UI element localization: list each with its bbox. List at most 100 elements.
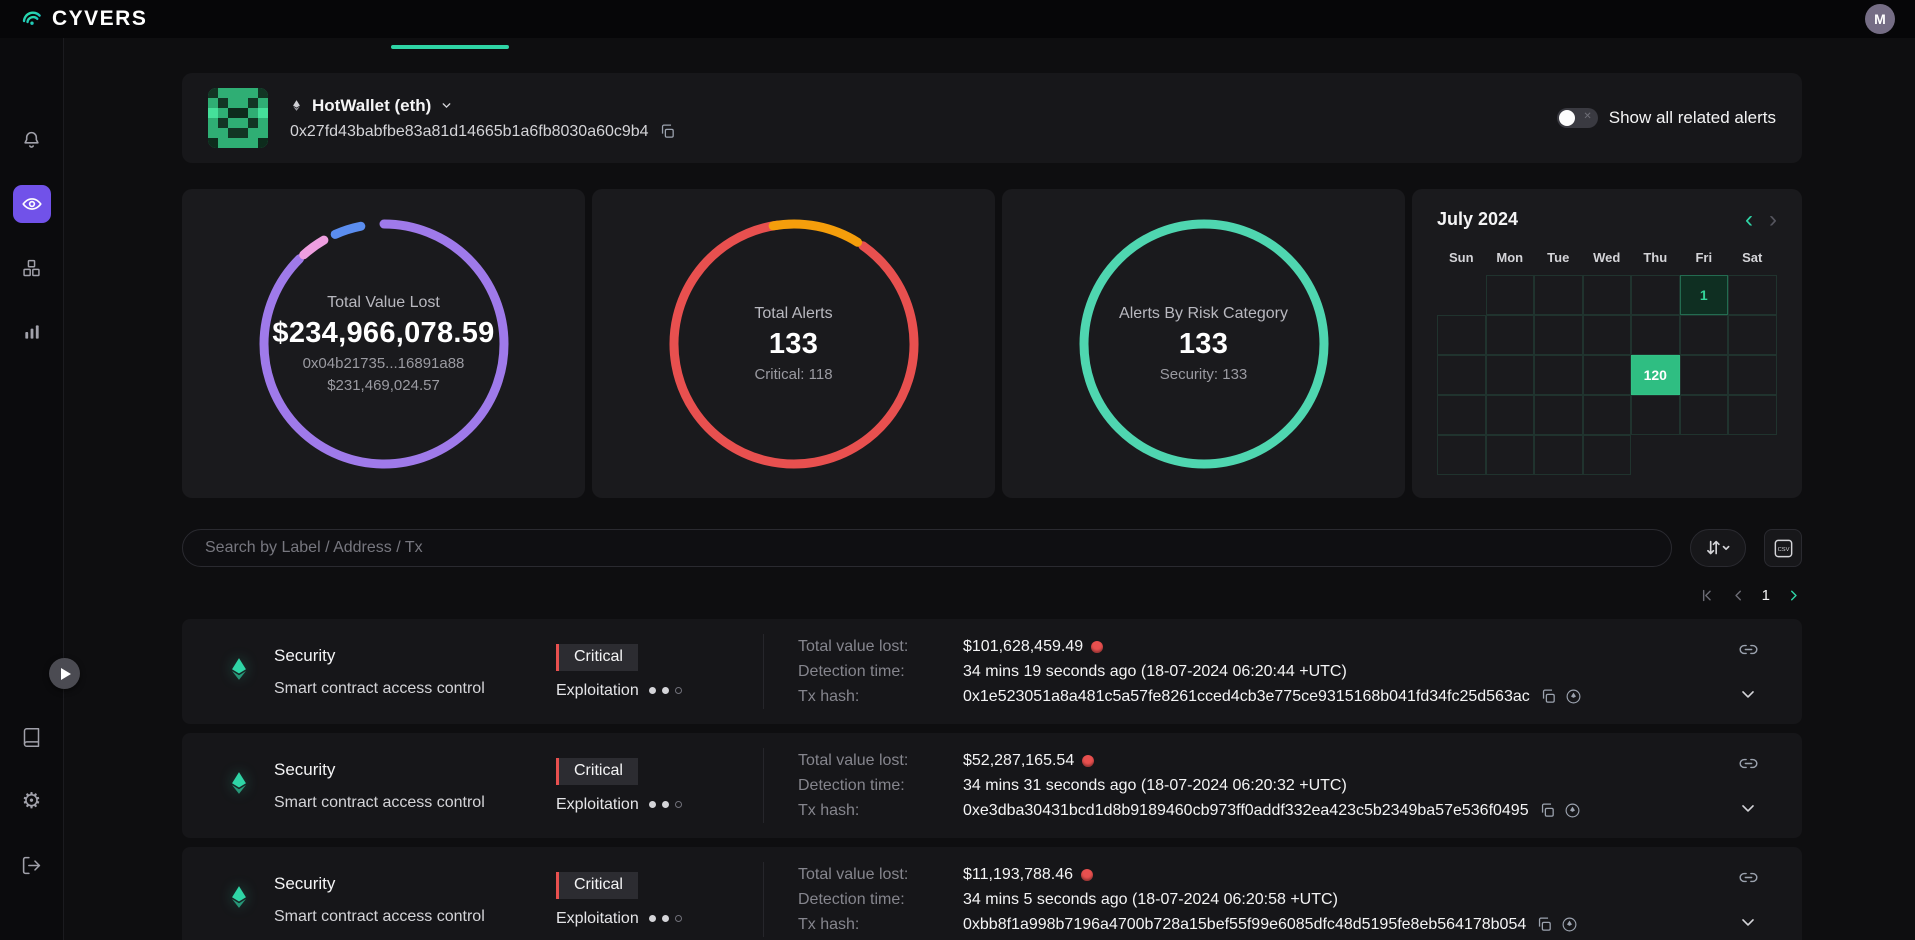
total-value-lost: $52,287,165.54 [963,752,1074,770]
copy-address-button[interactable] [659,123,676,140]
wallet-selector[interactable]: HotWallet (eth) [290,96,676,116]
calendar-cell[interactable] [1437,395,1486,435]
alert-subcategory: Smart contract access control [274,908,556,926]
sidebar: ⚙ [0,38,64,940]
sidebar-item-logout[interactable] [13,846,51,884]
alert-expand-chevron-icon[interactable] [1738,684,1758,704]
explorer-link-button[interactable] [1565,688,1582,705]
day-header: Sun [1437,250,1486,265]
alert-row[interactable]: Security Smart contract access control C… [182,619,1802,724]
calendar-cell[interactable] [1486,395,1535,435]
alert-expand-chevron-icon[interactable] [1738,798,1758,818]
alert-link-icon[interactable] [1739,754,1758,773]
sidebar-item-docs[interactable] [13,718,51,756]
calendar-cell[interactable]: 1 [1680,275,1729,315]
loss-indicator-icon [1081,869,1093,881]
prev-page-button[interactable] [1730,587,1747,604]
explorer-link-button[interactable] [1561,916,1578,933]
detection-time: 34 mins 19 seconds ago (18-07-2024 06:20… [963,663,1347,681]
calendar-cell[interactable] [1728,355,1777,395]
calendar-cell[interactable] [1534,315,1583,355]
calendar-cell[interactable] [1728,315,1777,355]
export-csv-button[interactable]: CSV [1764,529,1802,567]
sidebar-item-assets[interactable] [13,249,51,287]
alert-row[interactable]: Security Smart contract access control C… [182,733,1802,838]
copy-tx-hash-button[interactable] [1540,688,1557,705]
alert-subcategory: Smart contract access control [274,680,556,698]
calendar-next-icon[interactable]: › [1769,211,1777,229]
calendar-cell[interactable] [1437,435,1486,475]
total-value-lost: $101,628,459.49 [963,638,1083,656]
stats-row: Total Value Lost $234,966,078.59 0x04b21… [182,189,1802,498]
stat-card-risk-category: Alerts By Risk Category 133 Security: 13… [1002,189,1405,498]
label-tx-hash: Tx hash: [798,916,963,934]
wallet-address: 0x27fd43babfbe83a81d14665b1a6fb8030a60c9… [290,123,649,141]
stat-card-total-value-lost: Total Value Lost $234,966,078.59 0x04b21… [182,189,585,498]
cyvers-logo-icon [20,7,44,31]
calendar-cell[interactable] [1728,395,1777,435]
calendar-cell[interactable] [1583,395,1632,435]
calendar-cell[interactable] [1486,315,1535,355]
day-header: Fri [1680,250,1729,265]
calendar-cell[interactable] [1486,275,1535,315]
day-header: Sat [1728,250,1777,265]
calendar-cell[interactable] [1728,435,1777,475]
copy-icon [1540,688,1557,705]
calendar-cell[interactable] [1534,395,1583,435]
play-button[interactable] [49,658,80,689]
explorer-link-button[interactable] [1564,802,1581,819]
calendar-cell[interactable] [1728,275,1777,315]
calendar-cell[interactable] [1437,315,1486,355]
sidebar-item-alerts[interactable] [13,121,51,159]
alert-row[interactable]: Security Smart contract access control C… [182,847,1802,940]
calendar-cell[interactable] [1583,355,1632,395]
sidebar-item-monitoring[interactable] [13,185,51,223]
copy-tx-hash-button[interactable] [1536,916,1553,933]
calendar-cell[interactable] [1534,435,1583,475]
cyvers-logo: CYVERS [20,7,147,31]
alert-link-icon[interactable] [1739,640,1758,659]
calendar-cell[interactable] [1437,275,1486,315]
sort-icon [1704,537,1732,559]
next-page-button[interactable] [1785,587,1802,604]
alert-category: Security [274,646,556,666]
calendar-cell[interactable]: 120 [1631,355,1680,395]
calendar-prev-icon[interactable]: ‹ [1745,211,1753,229]
show-related-alerts-toggle[interactable]: ✕ Show all related alerts [1557,108,1776,128]
calendar-cell[interactable] [1631,315,1680,355]
calendar-cell[interactable] [1534,275,1583,315]
calendar-cell[interactable] [1534,355,1583,395]
calendar-cell[interactable] [1583,315,1632,355]
copy-tx-hash-button[interactable] [1539,802,1556,819]
calendar-cell[interactable] [1486,355,1535,395]
stat-value: $234,966,078.59 [272,317,494,350]
user-avatar[interactable]: M [1865,4,1895,34]
sidebar-item-analytics[interactable] [13,313,51,351]
calendar-cell[interactable] [1631,435,1680,475]
alert-expand-chevron-icon[interactable] [1738,912,1758,932]
alert-category: Security [274,874,556,894]
alert-link-icon[interactable] [1739,868,1758,887]
search-input[interactable] [182,529,1672,567]
sidebar-item-settings[interactable]: ⚙ [13,782,51,820]
ethereum-icon [226,656,252,687]
calendar-cell[interactable] [1631,395,1680,435]
etherscan-icon [1564,802,1581,819]
calendar-cell[interactable] [1680,315,1729,355]
eye-icon [21,193,43,215]
copy-icon [659,123,676,140]
calendar-cell[interactable] [1437,355,1486,395]
calendar-cell[interactable] [1631,275,1680,315]
calendar-cell[interactable] [1583,435,1632,475]
calendar-cell[interactable] [1680,355,1729,395]
stat-title: Alerts By Risk Category [1119,305,1288,323]
label-detection-time: Detection time: [798,891,963,909]
calendar-cell[interactable] [1486,435,1535,475]
calendar-cell[interactable] [1680,435,1729,475]
first-page-button[interactable] [1698,587,1715,604]
current-page[interactable]: 1 [1762,587,1770,604]
calendar-cell[interactable] [1583,275,1632,315]
calendar-cell[interactable] [1680,395,1729,435]
toggle-off-icon: ✕ [1583,111,1591,122]
sort-button[interactable] [1690,529,1746,567]
